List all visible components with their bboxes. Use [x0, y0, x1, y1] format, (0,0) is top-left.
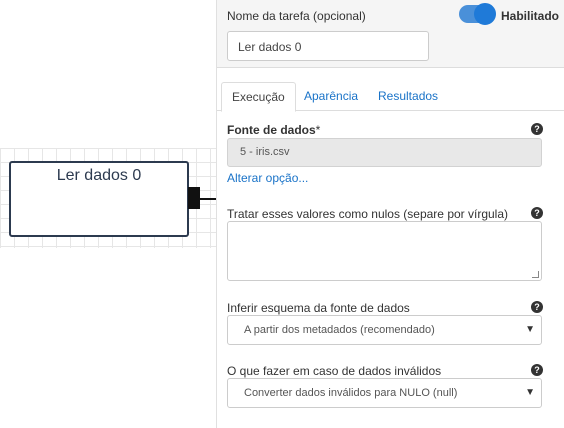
invalid-select-value: Converter dados inválidos para NULO (nul…	[244, 387, 458, 399]
port-connector	[200, 198, 216, 200]
required-asterisk: *	[315, 123, 321, 137]
question-circle-icon[interactable]: ?	[531, 301, 543, 313]
source-label: Fonte de dados*	[227, 123, 321, 137]
task-name-label: Nome da tarefa (opcional)	[227, 9, 366, 23]
workflow-canvas[interactable]: Ler dados 0	[0, 0, 216, 428]
invalid-data-select[interactable]: Converter dados inválidos para NULO (nul…	[227, 378, 542, 408]
tab-bar: Execução Aparência Resultados	[217, 68, 564, 112]
nulls-label: Tratar esses valores como nulos (separe …	[227, 207, 509, 221]
question-circle-icon[interactable]: ?	[531, 364, 543, 376]
invalid-label: O que fazer em caso de dados inválidos	[227, 364, 442, 378]
question-circle-icon[interactable]: ?	[531, 207, 543, 219]
caret-down-icon: ▼	[525, 324, 535, 335]
properties-panel: Nome da tarefa (opcional) Habilitado Ler…	[216, 0, 564, 428]
properties-content: Execução Aparência Resultados Fonte de d…	[217, 67, 564, 428]
tab-resultados[interactable]: Resultados	[368, 82, 448, 111]
data-source-field: 5 - iris.csv	[227, 138, 542, 167]
task-name-input[interactable]: Ler dados 0	[227, 31, 429, 61]
caret-down-icon: ▼	[525, 387, 535, 398]
enabled-toggle[interactable]	[459, 3, 496, 25]
task-node[interactable]: Ler dados 0	[9, 161, 189, 237]
schema-select-value: A partir dos metadados (recomendado)	[244, 324, 435, 336]
tab-execucao[interactable]: Execução	[221, 82, 296, 112]
schema-label: Inferir esquema da fonte de dados	[227, 301, 410, 315]
node-title: Ler dados 0	[56, 167, 142, 184]
output-port[interactable]	[188, 187, 200, 209]
tab-aparencia[interactable]: Aparência	[294, 82, 368, 111]
enabled-label: Habilitado	[501, 9, 560, 23]
nulls-textarea[interactable]	[227, 221, 542, 281]
change-option-link[interactable]: Alterar opção...	[227, 171, 308, 185]
schema-select[interactable]: A partir dos metadados (recomendado) ▼	[227, 315, 542, 345]
toggle-knob	[474, 3, 496, 25]
resize-grip-icon[interactable]	[532, 271, 539, 278]
question-circle-icon[interactable]: ?	[531, 123, 543, 135]
